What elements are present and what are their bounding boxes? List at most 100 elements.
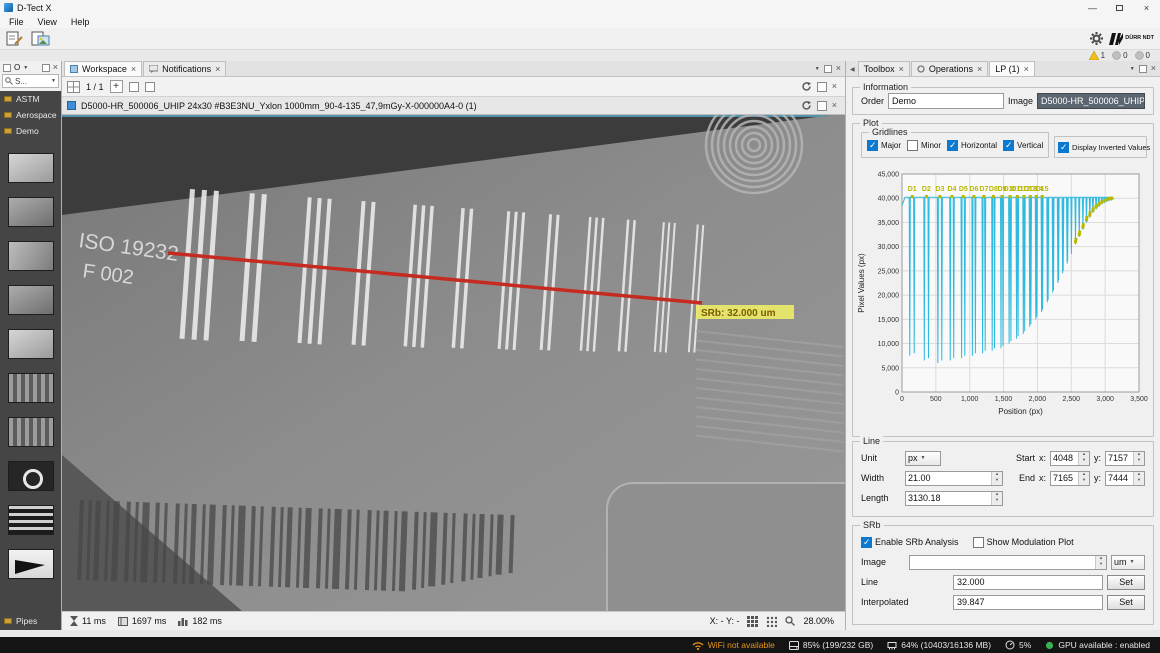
menu-file[interactable]: File bbox=[2, 15, 31, 28]
chevron-down-icon[interactable]: ▼ bbox=[23, 65, 28, 71]
group-title: Gridlines bbox=[869, 127, 911, 137]
image-tab-title[interactable]: D5000-HR_500006_UHIP 24x30 #B3E3NU_Yxlon… bbox=[81, 101, 477, 111]
grid-overlay-icon[interactable] bbox=[747, 616, 758, 627]
dots-overlay-icon[interactable] bbox=[766, 616, 777, 627]
close-document-icon[interactable]: × bbox=[832, 82, 837, 91]
library-folder-aerospace[interactable]: Aerospace bbox=[0, 107, 61, 123]
zoom-icon[interactable] bbox=[785, 616, 795, 626]
srb-unit-select[interactable]: um▼ bbox=[1111, 555, 1145, 570]
tab-notifications[interactable]: Notifications × bbox=[143, 61, 226, 76]
srb-group: SRb Enable SRb Analysis Show Modulation … bbox=[852, 525, 1154, 625]
svg-text:1,000: 1,000 bbox=[961, 396, 979, 403]
xray-image[interactable]: ISO 19232 F 002 SRb: 32.000 um bbox=[62, 115, 845, 611]
checkbox-icon bbox=[1058, 142, 1069, 153]
image-thumbnail[interactable] bbox=[8, 461, 54, 491]
image-thumbnail[interactable] bbox=[8, 197, 54, 227]
minimize-button[interactable]: — bbox=[1079, 0, 1106, 15]
fit-view-icon[interactable] bbox=[129, 82, 139, 92]
library-search[interactable]: S... ▼ bbox=[2, 74, 59, 88]
line-profile-chart[interactable]: 05,00010,00015,00020,00025,00030,00035,0… bbox=[855, 168, 1151, 424]
width-field[interactable]: 21.00▲▼ bbox=[905, 471, 1003, 486]
report-edit-icon[interactable] bbox=[6, 31, 24, 47]
tab-close-icon[interactable]: × bbox=[215, 65, 220, 74]
srb-image-select[interactable]: ▲▼ bbox=[909, 555, 1107, 570]
menu-view[interactable]: View bbox=[31, 15, 64, 28]
main-toolbar: DÜRR NDT bbox=[0, 28, 1160, 50]
close-button[interactable]: × bbox=[1133, 0, 1160, 15]
add-page-button[interactable]: + bbox=[110, 80, 123, 93]
end-y-field[interactable]: 7444▲▼ bbox=[1105, 471, 1145, 486]
image-field[interactable]: D5000-HR_500006_UHIP 24x30 #B bbox=[1037, 93, 1145, 109]
library-folder-astm[interactable]: ASTM bbox=[0, 91, 61, 107]
tab-close-icon[interactable]: × bbox=[899, 65, 904, 74]
menu-help[interactable]: Help bbox=[64, 15, 97, 28]
info-badge[interactable]: 0 bbox=[1112, 51, 1127, 60]
tab-close-icon[interactable]: × bbox=[977, 65, 982, 74]
image-thumbnail[interactable] bbox=[8, 505, 54, 535]
checkbox-icon bbox=[867, 140, 878, 151]
library-folder-demo[interactable]: Demo bbox=[0, 123, 61, 139]
tab-list-chevron-icon[interactable]: ▼ bbox=[1130, 66, 1135, 72]
srb-interpolated-field[interactable]: 39.847 bbox=[953, 595, 1103, 610]
maximize-view-icon[interactable] bbox=[817, 101, 827, 111]
search-filter-chevron-icon[interactable]: ▼ bbox=[51, 78, 56, 84]
film-icon bbox=[118, 617, 128, 626]
marquee-select-icon[interactable] bbox=[145, 82, 155, 92]
minor-gridlines-checkbox[interactable]: Minor bbox=[907, 140, 941, 151]
zoom-level[interactable]: 28.00% bbox=[803, 616, 834, 626]
settings-gear-icon[interactable] bbox=[1090, 32, 1103, 45]
end-label: End bbox=[1019, 473, 1035, 483]
horizontal-gridlines-checkbox[interactable]: Horizontal bbox=[947, 140, 997, 151]
tab-toolbox[interactable]: Toolbox× bbox=[858, 61, 910, 76]
major-gridlines-checkbox[interactable]: Major bbox=[867, 140, 901, 151]
vertical-gridlines-checkbox[interactable]: Vertical bbox=[1003, 140, 1043, 151]
srb-line-field[interactable]: 32.000 bbox=[953, 575, 1103, 590]
close-panel-icon[interactable]: × bbox=[53, 63, 58, 72]
library-folder-pipes[interactable]: Pipes bbox=[0, 614, 61, 628]
maximize-view-icon[interactable] bbox=[817, 82, 827, 92]
svg-text:40,000: 40,000 bbox=[878, 196, 900, 203]
tab-lp[interactable]: LP (1)× bbox=[989, 61, 1035, 76]
order-field[interactable]: Demo bbox=[888, 93, 1004, 109]
maximize-button[interactable] bbox=[1106, 0, 1133, 15]
show-modulation-plot-checkbox[interactable]: Show Modulation Plot bbox=[973, 537, 1074, 548]
image-thumbnail[interactable] bbox=[8, 417, 54, 447]
close-panel-icon[interactable]: × bbox=[1151, 64, 1156, 73]
srb-line-label: Line bbox=[861, 577, 949, 587]
close-image-icon[interactable]: × bbox=[832, 101, 837, 110]
image-viewer[interactable]: ISO 19232 F 002 SRb: 32.000 um bbox=[62, 115, 845, 611]
image-thumbnail[interactable] bbox=[8, 329, 54, 359]
length-field[interactable]: 3130.18▲▼ bbox=[905, 491, 1003, 506]
unit-select[interactable]: px▼ bbox=[905, 451, 941, 466]
start-y-field[interactable]: 7157▲▼ bbox=[1105, 451, 1145, 466]
close-panel-icon[interactable]: × bbox=[836, 64, 841, 73]
display-inverted-values-checkbox[interactable]: Display Inverted Values bbox=[1058, 142, 1150, 153]
tab-list-chevron-icon[interactable]: ▼ bbox=[815, 66, 820, 72]
scroll-tabs-left-icon[interactable]: ◀ bbox=[848, 66, 857, 76]
refresh-icon[interactable] bbox=[801, 100, 812, 111]
image-thumbnail[interactable] bbox=[8, 241, 54, 271]
image-thumbnail[interactable] bbox=[8, 549, 54, 579]
float-panel-icon[interactable] bbox=[824, 65, 832, 73]
hourglass-icon bbox=[70, 616, 78, 626]
enable-srb-analysis-checkbox[interactable]: Enable SRb Analysis bbox=[861, 537, 959, 548]
pin-icon[interactable] bbox=[42, 64, 50, 72]
refresh-icon[interactable] bbox=[801, 81, 812, 92]
float-panel-icon[interactable] bbox=[1139, 65, 1147, 73]
end-x-field[interactable]: 7165▲▼ bbox=[1050, 471, 1090, 486]
report-images-icon[interactable] bbox=[31, 31, 51, 47]
tab-close-icon[interactable]: × bbox=[1024, 65, 1029, 74]
set-line-button[interactable]: Set bbox=[1107, 575, 1145, 590]
set-interpolated-button[interactable]: Set bbox=[1107, 595, 1145, 610]
start-x-field[interactable]: 4048▲▼ bbox=[1050, 451, 1090, 466]
image-thumbnail[interactable] bbox=[8, 153, 54, 183]
tab-workspace[interactable]: Workspace × bbox=[64, 61, 142, 76]
warning-badge[interactable]: 1 bbox=[1089, 51, 1105, 60]
panel-icon[interactable] bbox=[3, 64, 11, 72]
tab-operations[interactable]: Operations× bbox=[911, 61, 988, 76]
tab-close-icon[interactable]: × bbox=[131, 65, 136, 74]
message-badge[interactable]: 0 bbox=[1135, 51, 1150, 60]
image-thumbnail[interactable] bbox=[8, 285, 54, 315]
image-thumbnail[interactable] bbox=[8, 373, 54, 403]
layout-grid-icon[interactable] bbox=[67, 81, 80, 93]
